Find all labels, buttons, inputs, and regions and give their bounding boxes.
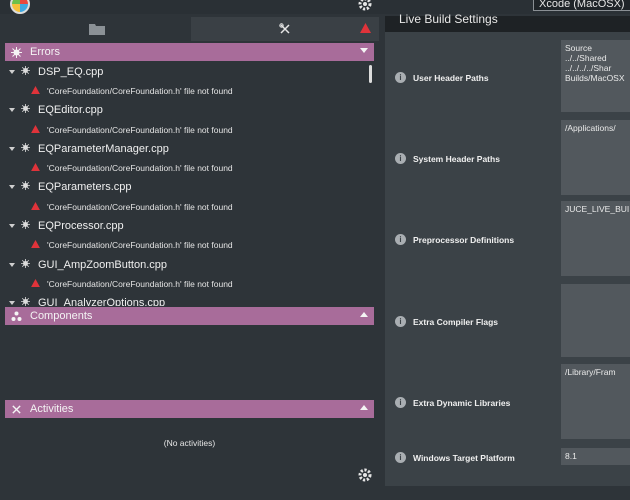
chevron-down-icon[interactable] — [9, 262, 15, 267]
bug-icon — [21, 297, 30, 306]
chevron-down-icon[interactable] — [9, 146, 15, 151]
errors-section-header[interactable]: Errors — [5, 43, 374, 61]
chevron-up-icon[interactable] — [360, 312, 368, 317]
settings-title: Live Build Settings — [399, 12, 498, 26]
chevron-down-icon[interactable] — [9, 301, 15, 306]
components-icon — [11, 311, 22, 321]
setting-value-field[interactable]: Source ../../Shared ../../../../Shar Bui… — [561, 40, 630, 112]
info-icon[interactable]: i — [395, 153, 406, 164]
error-message-text: 'CoreFoundation/CoreFoundation.h' file n… — [47, 240, 233, 251]
folder-icon — [89, 24, 105, 35]
error-message[interactable]: 'CoreFoundation/CoreFoundation.h' file n… — [5, 81, 374, 100]
bug-icon — [21, 258, 30, 271]
components-section-header[interactable]: Components — [5, 307, 374, 325]
error-message-text: 'CoreFoundation/CoreFoundation.h' file n… — [47, 124, 233, 135]
error-file-name: EQEditor.cpp — [38, 104, 103, 117]
error-message[interactable]: 'CoreFoundation/CoreFoundation.h' file n… — [5, 158, 374, 177]
setting-label: User Header Paths — [413, 73, 489, 83]
setting-label: System Header Paths — [413, 154, 500, 164]
error-file-item[interactable]: DSP_EQ.cpp — [5, 62, 374, 81]
activities-title: Activities — [30, 403, 74, 415]
error-message[interactable]: 'CoreFoundation/CoreFoundation.h' file n… — [5, 197, 374, 216]
error-icon — [31, 85, 40, 96]
info-icon[interactable]: i — [395, 316, 406, 327]
chevron-down-icon[interactable] — [9, 69, 15, 74]
error-file-item[interactable]: EQParameters.cpp — [5, 178, 374, 197]
error-icon — [31, 163, 40, 173]
error-file-name: EQParameters.cpp — [38, 181, 132, 194]
setting-label: Preprocessor Definitions — [413, 235, 515, 245]
error-file-name: GUI_AnalyzerOptions.cpp — [38, 297, 166, 306]
bug-icon — [21, 104, 30, 116]
error-file-item[interactable]: GUI_AnalyzerOptions.cpp — [5, 294, 374, 306]
error-icon — [31, 278, 40, 289]
activities-empty-text: (No activities) — [163, 438, 216, 448]
activities-section-header[interactable]: Activities — [5, 400, 374, 418]
error-message[interactable]: 'CoreFoundation/CoreFoundation.h' file n… — [5, 274, 374, 293]
tab-build[interactable] — [191, 17, 379, 41]
error-message-text: 'CoreFoundation/CoreFoundation.h' file n… — [47, 85, 233, 96]
setting-label: Windows Target Platform — [413, 453, 515, 463]
chevron-up-icon[interactable] — [360, 405, 368, 410]
chevron-down-icon[interactable] — [9, 224, 15, 229]
error-icon — [31, 240, 40, 250]
error-message[interactable]: 'CoreFoundation/CoreFoundation.h' file n… — [5, 120, 374, 139]
error-file-name: EQProcessor.cpp — [38, 220, 124, 233]
settings-gear-icon[interactable] — [358, 0, 372, 14]
info-icon[interactable]: i — [395, 397, 406, 408]
bug-icon — [21, 220, 30, 232]
bug-icon — [21, 65, 30, 78]
setting-value-field[interactable] — [561, 284, 630, 357]
bug-icon — [21, 142, 30, 155]
error-message-text: 'CoreFoundation/CoreFoundation.h' file n… — [47, 201, 233, 212]
warning-icon — [360, 23, 371, 36]
setting-value-field[interactable]: /Library/Fram — [561, 364, 630, 439]
errors-list: DSP_EQ.cpp 'CoreFoundation/CoreFoundatio… — [5, 62, 374, 306]
left-tabs — [3, 17, 379, 41]
error-file-name: DSP_EQ.cpp — [38, 65, 104, 78]
error-file-item[interactable]: EQProcessor.cpp — [5, 216, 374, 235]
settings-gear-icon[interactable] — [358, 468, 372, 485]
info-icon[interactable]: i — [395, 72, 406, 83]
chevron-down-icon[interactable] — [9, 185, 15, 190]
error-file-item[interactable]: EQEditor.cpp — [5, 101, 374, 120]
error-file-name: GUI_AmpZoomButton.cpp — [38, 258, 168, 271]
info-icon[interactable]: i — [395, 234, 406, 245]
chevron-down-icon[interactable] — [360, 48, 368, 53]
setting-label: Extra Dynamic Libraries — [413, 398, 511, 408]
tools-icon — [12, 404, 21, 414]
bug-icon — [11, 46, 22, 58]
error-message-text: 'CoreFoundation/CoreFoundation.h' file n… — [47, 278, 233, 289]
error-message[interactable]: 'CoreFoundation/CoreFoundation.h' file n… — [5, 236, 374, 255]
errors-scrollbar[interactable] — [369, 65, 372, 83]
setting-value-field[interactable]: /Applications/ — [561, 120, 630, 195]
error-icon — [31, 124, 40, 135]
info-icon[interactable]: i — [395, 452, 406, 463]
setting-label: Extra Compiler Flags — [413, 317, 499, 327]
settings-header: Live Build Settings — [385, 12, 630, 32]
tools-icon — [279, 23, 290, 34]
error-message-text: 'CoreFoundation/CoreFoundation.h' file n… — [47, 163, 233, 174]
error-file-item[interactable]: EQParameterManager.cpp — [5, 139, 374, 158]
exporter-select[interactable]: Xcode (MacOSX) — [533, 0, 630, 11]
tab-files[interactable] — [3, 17, 191, 41]
error-file-item[interactable]: GUI_AmpZoomButton.cpp — [5, 255, 374, 274]
components-title: Components — [30, 310, 93, 322]
errors-title: Errors — [30, 46, 60, 58]
error-icon — [31, 201, 40, 212]
error-file-name: EQParameterManager.cpp — [38, 142, 169, 155]
chevron-down-icon[interactable] — [9, 108, 15, 113]
bug-icon — [21, 181, 30, 193]
setting-value-field[interactable]: 8.1 — [561, 448, 630, 465]
setting-value-field[interactable]: JUCE_LIVE_BUI — [561, 201, 630, 276]
